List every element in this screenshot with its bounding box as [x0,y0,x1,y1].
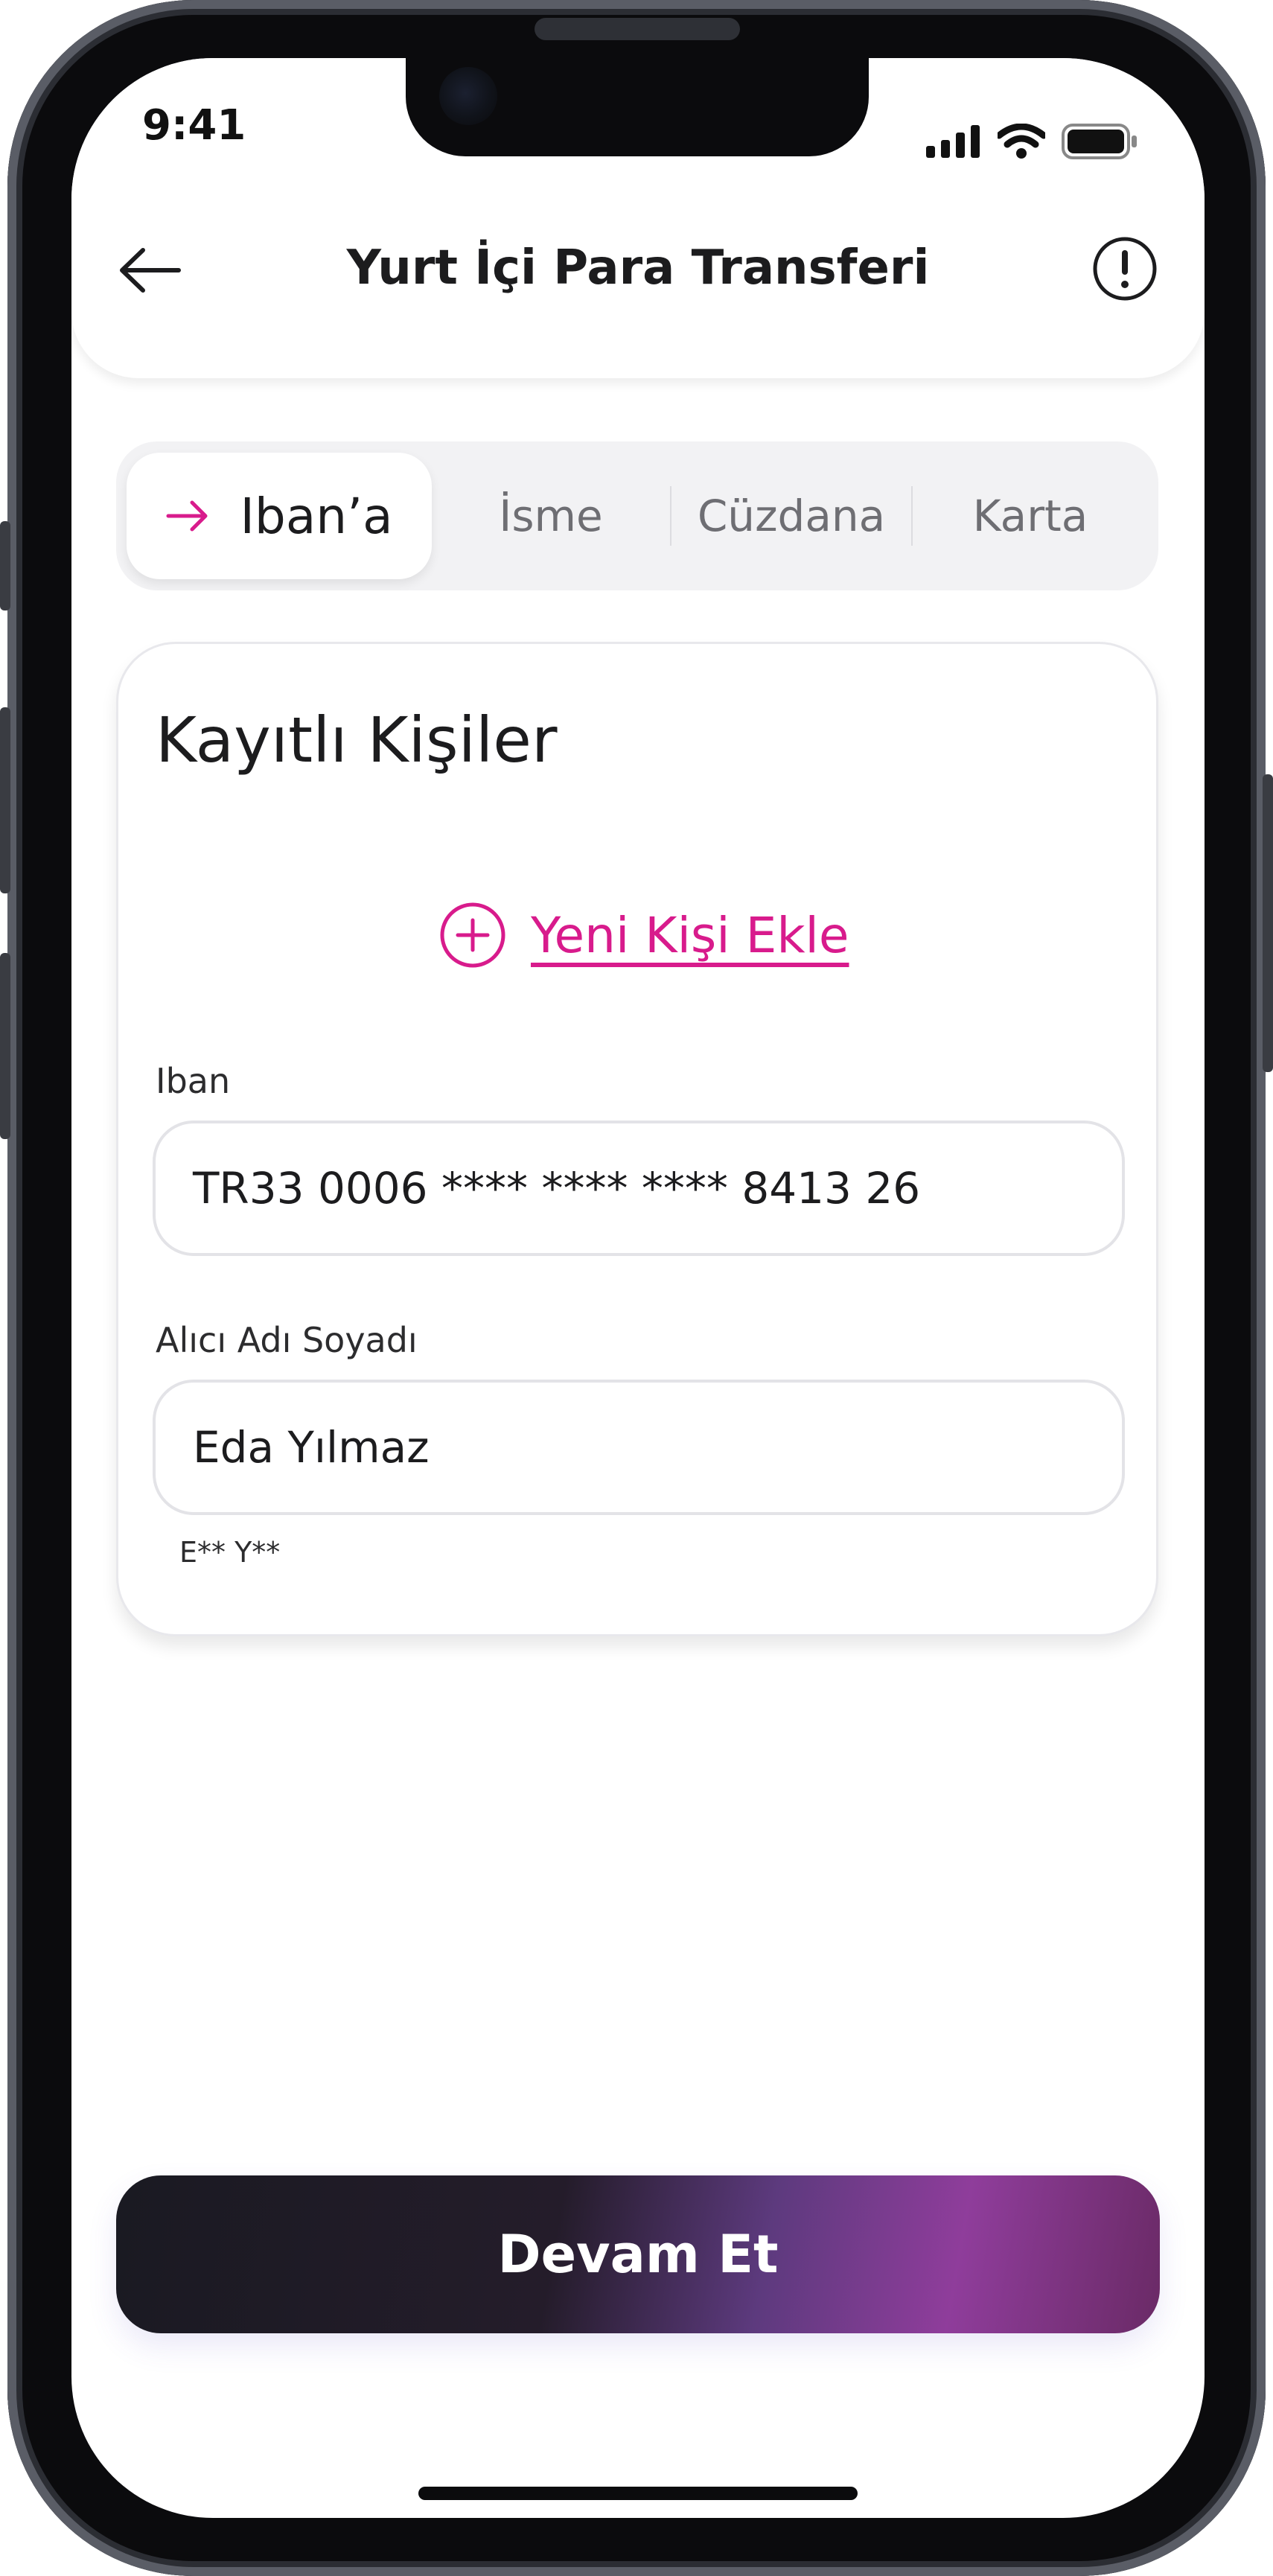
recipient-name-label: Alıcı Adı Soyadı [156,1320,418,1360]
status-time: 9:41 [142,101,246,150]
info-icon[interactable] [1091,235,1158,302]
continue-button[interactable]: Devam Et [116,2175,1160,2333]
volume-down-button [0,953,10,1139]
tab-iban[interactable]: Iban’a [127,453,432,579]
plus-circle-icon [440,902,505,968]
wifi-icon [998,124,1045,159]
volume-up-button [0,707,10,893]
masked-name-hint: E** Y** [179,1536,281,1569]
tab-karta[interactable]: Karta [913,453,1148,579]
iban-label: Iban [156,1061,231,1101]
card-title: Kayıtlı Kişiler [156,704,558,777]
add-contact-label: Yeni Kişi Ekle [531,906,849,964]
tab-iban-label: Iban’a [240,487,393,545]
saved-contacts-card: Kayıtlı Kişiler Yeni Kişi Ekle Iban TR33… [116,642,1158,1636]
transfer-type-tabs: Iban’a İsme Cüzdana Karta [116,441,1158,590]
screen: 9:41 Yurt İçi Para Transferi Iban’a İsme… [71,58,1205,2518]
front-camera [439,67,497,125]
add-contact-link[interactable]: Yeni Kişi Ekle [438,901,849,969]
mute-switch [0,521,10,610]
arrow-right-icon [166,500,208,532]
tab-isme[interactable]: İsme [432,453,670,579]
recipient-name-field[interactable]: Eda Yılmaz [153,1380,1125,1515]
iban-field[interactable]: TR33 0006 **** **** **** 8413 26 [153,1120,1125,1256]
home-indicator[interactable] [418,2487,858,2500]
signal-icon [926,125,980,158]
status-icons [926,124,1138,159]
battery-icon [1062,124,1137,159]
tab-cuzdana[interactable]: Cüzdana [671,453,911,579]
speaker-grille [535,18,740,40]
power-button [1263,774,1273,1072]
page-title: Yurt İçi Para Transferi [346,240,930,296]
